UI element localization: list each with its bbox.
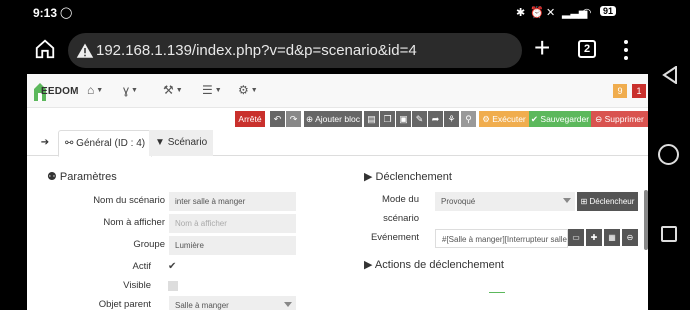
group-input[interactable]: Lumière xyxy=(169,236,296,255)
mode-value: Provoqué xyxy=(441,197,476,206)
execute-label: Exécuter xyxy=(492,114,526,124)
active-checkbox[interactable]: ✔ xyxy=(168,262,178,272)
mode-label-line1: Mode du xyxy=(382,194,419,205)
list-icon[interactable]: ▭ xyxy=(568,229,584,246)
trigger-title: Déclenchement xyxy=(375,171,452,183)
android-status-bar: 9:13 ◯ ✱ ⏰ ✕ ▂▃▅ ◠ 91 xyxy=(0,0,648,28)
home-circle-icon[interactable] xyxy=(658,144,679,165)
tab-scenario[interactable]: ▼ Scénario xyxy=(149,130,214,156)
gear-icon: ⚙ xyxy=(238,83,249,97)
back-arrow-icon[interactable]: ➔ xyxy=(33,130,57,156)
wifi-icon: ◠ xyxy=(582,7,592,19)
search-icon[interactable]: ⚲ xyxy=(461,111,476,127)
name-label: Nom du scénario xyxy=(93,195,165,206)
recents-icon[interactable] xyxy=(661,226,677,242)
display-name-label: Nom à afficher xyxy=(103,217,165,228)
delete-label: Supprimer xyxy=(604,114,644,124)
parent-object-label: Objet parent xyxy=(98,299,151,310)
parent-object-select[interactable]: Salle à manger xyxy=(169,296,296,310)
tab-bar: ➔ ⚯ Général (ID : 4) ▼ Scénario xyxy=(27,130,648,157)
save-button[interactable]: ✔ Sauvegarder xyxy=(529,111,591,127)
url-text[interactable]: 192.168.1.139/index.php?v=d&p=scenario&i… xyxy=(96,42,417,59)
plugins-menu[interactable]: ☰ ▼ xyxy=(202,83,222,97)
display-name-input[interactable]: Nom à afficher xyxy=(169,214,296,233)
redo-icon[interactable]: ↷ xyxy=(286,111,301,127)
trigger-button[interactable]: ⊞ Déclencheur xyxy=(577,192,638,211)
parent-object-value: Salle à manger xyxy=(175,301,229,310)
sitemap-icon[interactable]: ⚘ xyxy=(444,111,459,127)
edit-icon[interactable]: ✎ xyxy=(412,111,427,127)
jeedom-page: EEDOM ⌂ ▼ ɣ ▼ ⚒ ▼ ☰ ▼ ⚙ ▼ 9 1 Arrêté ↶ ↷ ⊕ Aj… xyxy=(27,74,648,310)
scrollbar[interactable] xyxy=(644,190,648,250)
puzzle-icon[interactable]: ✚ xyxy=(586,229,602,246)
event-label: Evénement xyxy=(370,232,419,243)
home-icon: ⌂ xyxy=(87,83,95,97)
analysis-menu[interactable]: ɣ ▼ xyxy=(123,83,138,97)
calculator-icon[interactable]: ▦ xyxy=(604,229,620,246)
visible-checkbox[interactable] xyxy=(168,281,178,291)
alarm-off-icon: ⏰ xyxy=(530,7,544,19)
mode-select[interactable]: Provoqué xyxy=(435,192,575,211)
params-title: Paramètres xyxy=(59,171,117,183)
clock: 9:13 xyxy=(33,6,58,20)
update-badge[interactable]: 1 xyxy=(632,84,646,98)
save-label: Sauvegarder xyxy=(540,114,590,124)
trigger-heading: ▶ Déclenchement xyxy=(364,171,452,183)
chevron-down-icon xyxy=(563,198,571,203)
trigger-button-label: Déclencheur xyxy=(589,197,635,206)
scenario-name-input[interactable]: inter salle à manger xyxy=(169,192,296,211)
tab-scenario-label: Scénario xyxy=(167,137,208,148)
tab-general[interactable]: ⚯ Général (ID : 4) xyxy=(58,130,153,157)
whatsapp-icon: ◯ xyxy=(60,7,73,19)
divider xyxy=(489,292,505,293)
trigger-actions-heading: ▶ Actions de déclenchement xyxy=(364,259,504,271)
home-menu[interactable]: ⌂ ▼ xyxy=(87,83,103,97)
screen: 9:13 ◯ ✱ ⏰ ✕ ▂▃▅ ◠ 91 192.168.1.139/inde… xyxy=(0,0,690,310)
undo-icon[interactable]: ↶ xyxy=(270,111,285,127)
address-bar[interactable]: 192.168.1.139/index.php?v=d&p=scenario&i… xyxy=(68,33,522,68)
stethoscope-icon: ɣ xyxy=(123,83,130,97)
mute-icon: ✕ xyxy=(546,7,556,19)
add-block-label: Ajouter bloc xyxy=(315,114,360,124)
tools-menu[interactable]: ⚒ ▼ xyxy=(163,83,183,97)
new-tab-icon[interactable]: + xyxy=(534,34,550,62)
mode-label-line2: scénario xyxy=(383,213,419,224)
android-nav-bar xyxy=(648,0,690,310)
overflow-menu-icon[interactable] xyxy=(621,38,631,62)
browser-toolbar: 192.168.1.139/index.php?v=d&p=scenario&i… xyxy=(0,28,648,74)
group-label: Groupe xyxy=(133,239,165,250)
tab-switcher-button[interactable]: 2 xyxy=(578,40,596,58)
trigger-actions-title: Actions de déclenchement xyxy=(374,259,504,271)
copy-icon[interactable]: ❐ xyxy=(380,111,395,127)
settings-menu[interactable]: ⚙ ▼ xyxy=(238,83,258,97)
params-heading: ⚉ Paramètres xyxy=(47,171,117,183)
bluetooth-icon: ✱ xyxy=(516,7,526,19)
scenario-toolbar: Arrêté ↶ ↷ ⊕ Ajouter bloc ▤ ❐ ▣ ✎ ➦ ⚘ ⚲ … xyxy=(27,111,648,127)
event-actions: ▭ ✚ ▦ ⊖ xyxy=(568,229,638,246)
home-icon[interactable] xyxy=(34,38,56,60)
back-icon[interactable] xyxy=(662,66,678,84)
share-icon[interactable]: ➦ xyxy=(428,111,443,127)
chevron-down-icon xyxy=(284,302,292,307)
battery-indicator: 91 xyxy=(600,6,617,16)
warning-icon[interactable] xyxy=(76,42,94,60)
status-stopped-badge: Arrêté xyxy=(235,111,265,127)
active-label: Actif xyxy=(132,261,151,272)
logo-text: EEDOM xyxy=(41,86,79,97)
add-block-button[interactable]: ⊕ Ajouter bloc xyxy=(304,111,362,127)
list-icon: ☰ xyxy=(202,83,213,97)
visible-label: Visible xyxy=(123,280,151,291)
delete-button[interactable]: ⊖ Supprimer xyxy=(591,111,648,127)
execute-button[interactable]: ⚙ Exécuter xyxy=(479,111,529,127)
file-icon[interactable]: ▤ xyxy=(364,111,379,127)
tab-general-label: Général (ID : 4) xyxy=(76,138,146,149)
event-input[interactable]: #[Salle à manger][Interrupteur salle xyxy=(435,229,568,248)
wrench-icon: ⚒ xyxy=(163,83,174,97)
remove-icon[interactable]: ⊖ xyxy=(622,229,638,246)
message-badge[interactable]: 9 xyxy=(613,84,627,98)
top-navbar: EEDOM ⌂ ▼ ɣ ▼ ⚒ ▼ ☰ ▼ ⚙ ▼ 9 1 xyxy=(27,74,648,108)
image-icon[interactable]: ▣ xyxy=(396,111,411,127)
